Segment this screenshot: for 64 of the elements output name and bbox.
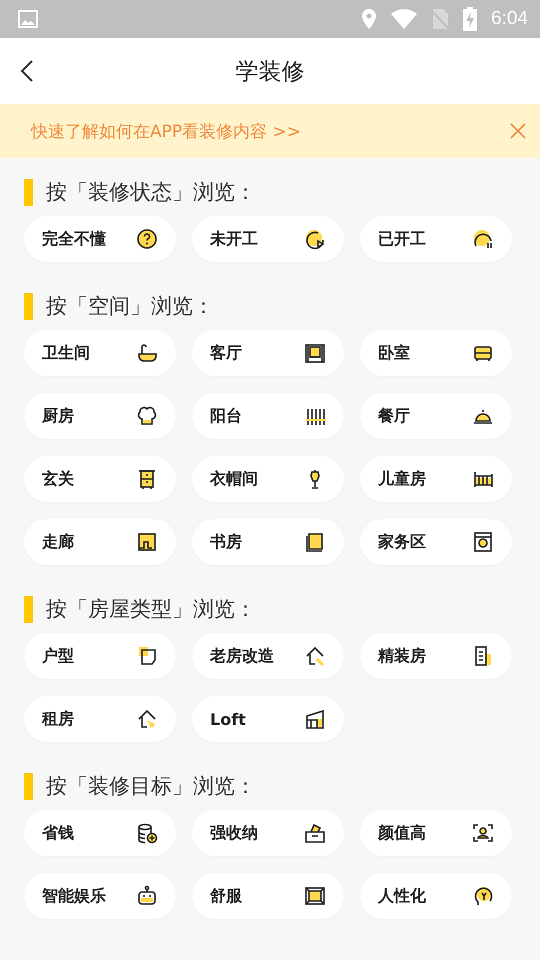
- category-button[interactable]: 家务区: [360, 519, 512, 565]
- no-sim-icon: [431, 8, 450, 30]
- category-button[interactable]: 租房: [24, 696, 176, 742]
- back-icon: [20, 59, 34, 83]
- category-button[interactable]: 户型: [24, 633, 176, 679]
- question-icon: [136, 228, 158, 250]
- washing-machine-icon: [472, 531, 494, 553]
- head-icon: [472, 885, 494, 907]
- category-button[interactable]: 卫生间: [24, 330, 176, 376]
- section-title: 按「装修状态」浏览：: [46, 179, 256, 206]
- category-button[interactable]: 客厅: [192, 330, 344, 376]
- house-hammer-icon: [304, 645, 326, 667]
- pause-icon: [472, 228, 494, 250]
- category-button[interactable]: 已开工: [360, 216, 512, 262]
- category-button[interactable]: 玄关: [24, 456, 176, 502]
- category-button[interactable]: 舒服: [192, 873, 344, 919]
- category-button[interactable]: 精装房: [360, 633, 512, 679]
- category-button[interactable]: 省钱: [24, 810, 176, 856]
- book-icon: [304, 531, 326, 553]
- frame-icon: [304, 885, 326, 907]
- category-button[interactable]: 餐厅: [360, 393, 512, 439]
- face-scan-icon: [472, 822, 494, 844]
- bathtub-icon: [136, 342, 158, 364]
- cabinet-icon: [136, 468, 158, 490]
- wifi-icon: [391, 9, 418, 29]
- category-button[interactable]: 卧室: [360, 330, 512, 376]
- category-button[interactable]: 完全不懂: [24, 216, 176, 262]
- play-icon: [304, 228, 326, 250]
- category-button[interactable]: 儿童房: [360, 456, 512, 502]
- box-icon: [304, 822, 326, 844]
- category-button[interactable]: 阳台: [192, 393, 344, 439]
- status-time: 6:04: [491, 8, 528, 30]
- robot-icon: [136, 885, 158, 907]
- heading-marker: [24, 772, 33, 800]
- close-icon: [510, 123, 526, 139]
- building-icon: [304, 708, 326, 730]
- page-title: 学装修: [236, 58, 304, 86]
- category-button[interactable]: Loft: [192, 696, 344, 742]
- stairs-icon: [136, 531, 158, 553]
- document-icon: [472, 645, 494, 667]
- category-button[interactable]: 颜值高: [360, 810, 512, 856]
- heading-marker: [24, 292, 33, 320]
- house-key-icon: [136, 708, 158, 730]
- heading-marker: [24, 596, 33, 622]
- section-title: 按「装修目标」浏览：: [46, 773, 256, 800]
- category-button[interactable]: 衣帽间: [192, 456, 344, 502]
- battery-icon: [463, 7, 478, 31]
- door-icon: [136, 645, 158, 667]
- category-button[interactable]: 书房: [192, 519, 344, 565]
- category-button[interactable]: 未开工: [192, 216, 344, 262]
- window-icon: [304, 342, 326, 364]
- category-button[interactable]: 智能娱乐: [24, 873, 176, 919]
- chef-hat-icon: [136, 405, 158, 427]
- coins-icon: [136, 822, 158, 844]
- category-button[interactable]: 强收纳: [192, 810, 344, 856]
- section-title: 按「房屋类型」浏览：: [46, 596, 256, 623]
- category-button[interactable]: 老房改造: [192, 633, 344, 679]
- category-button[interactable]: 人性化: [360, 873, 512, 919]
- heading-marker: [24, 178, 33, 206]
- location-icon: [361, 8, 378, 30]
- category-button[interactable]: 走廊: [24, 519, 176, 565]
- section-title: 按「空间」浏览：: [46, 293, 214, 320]
- category-button[interactable]: 厨房: [24, 393, 176, 439]
- image-icon: [18, 10, 38, 28]
